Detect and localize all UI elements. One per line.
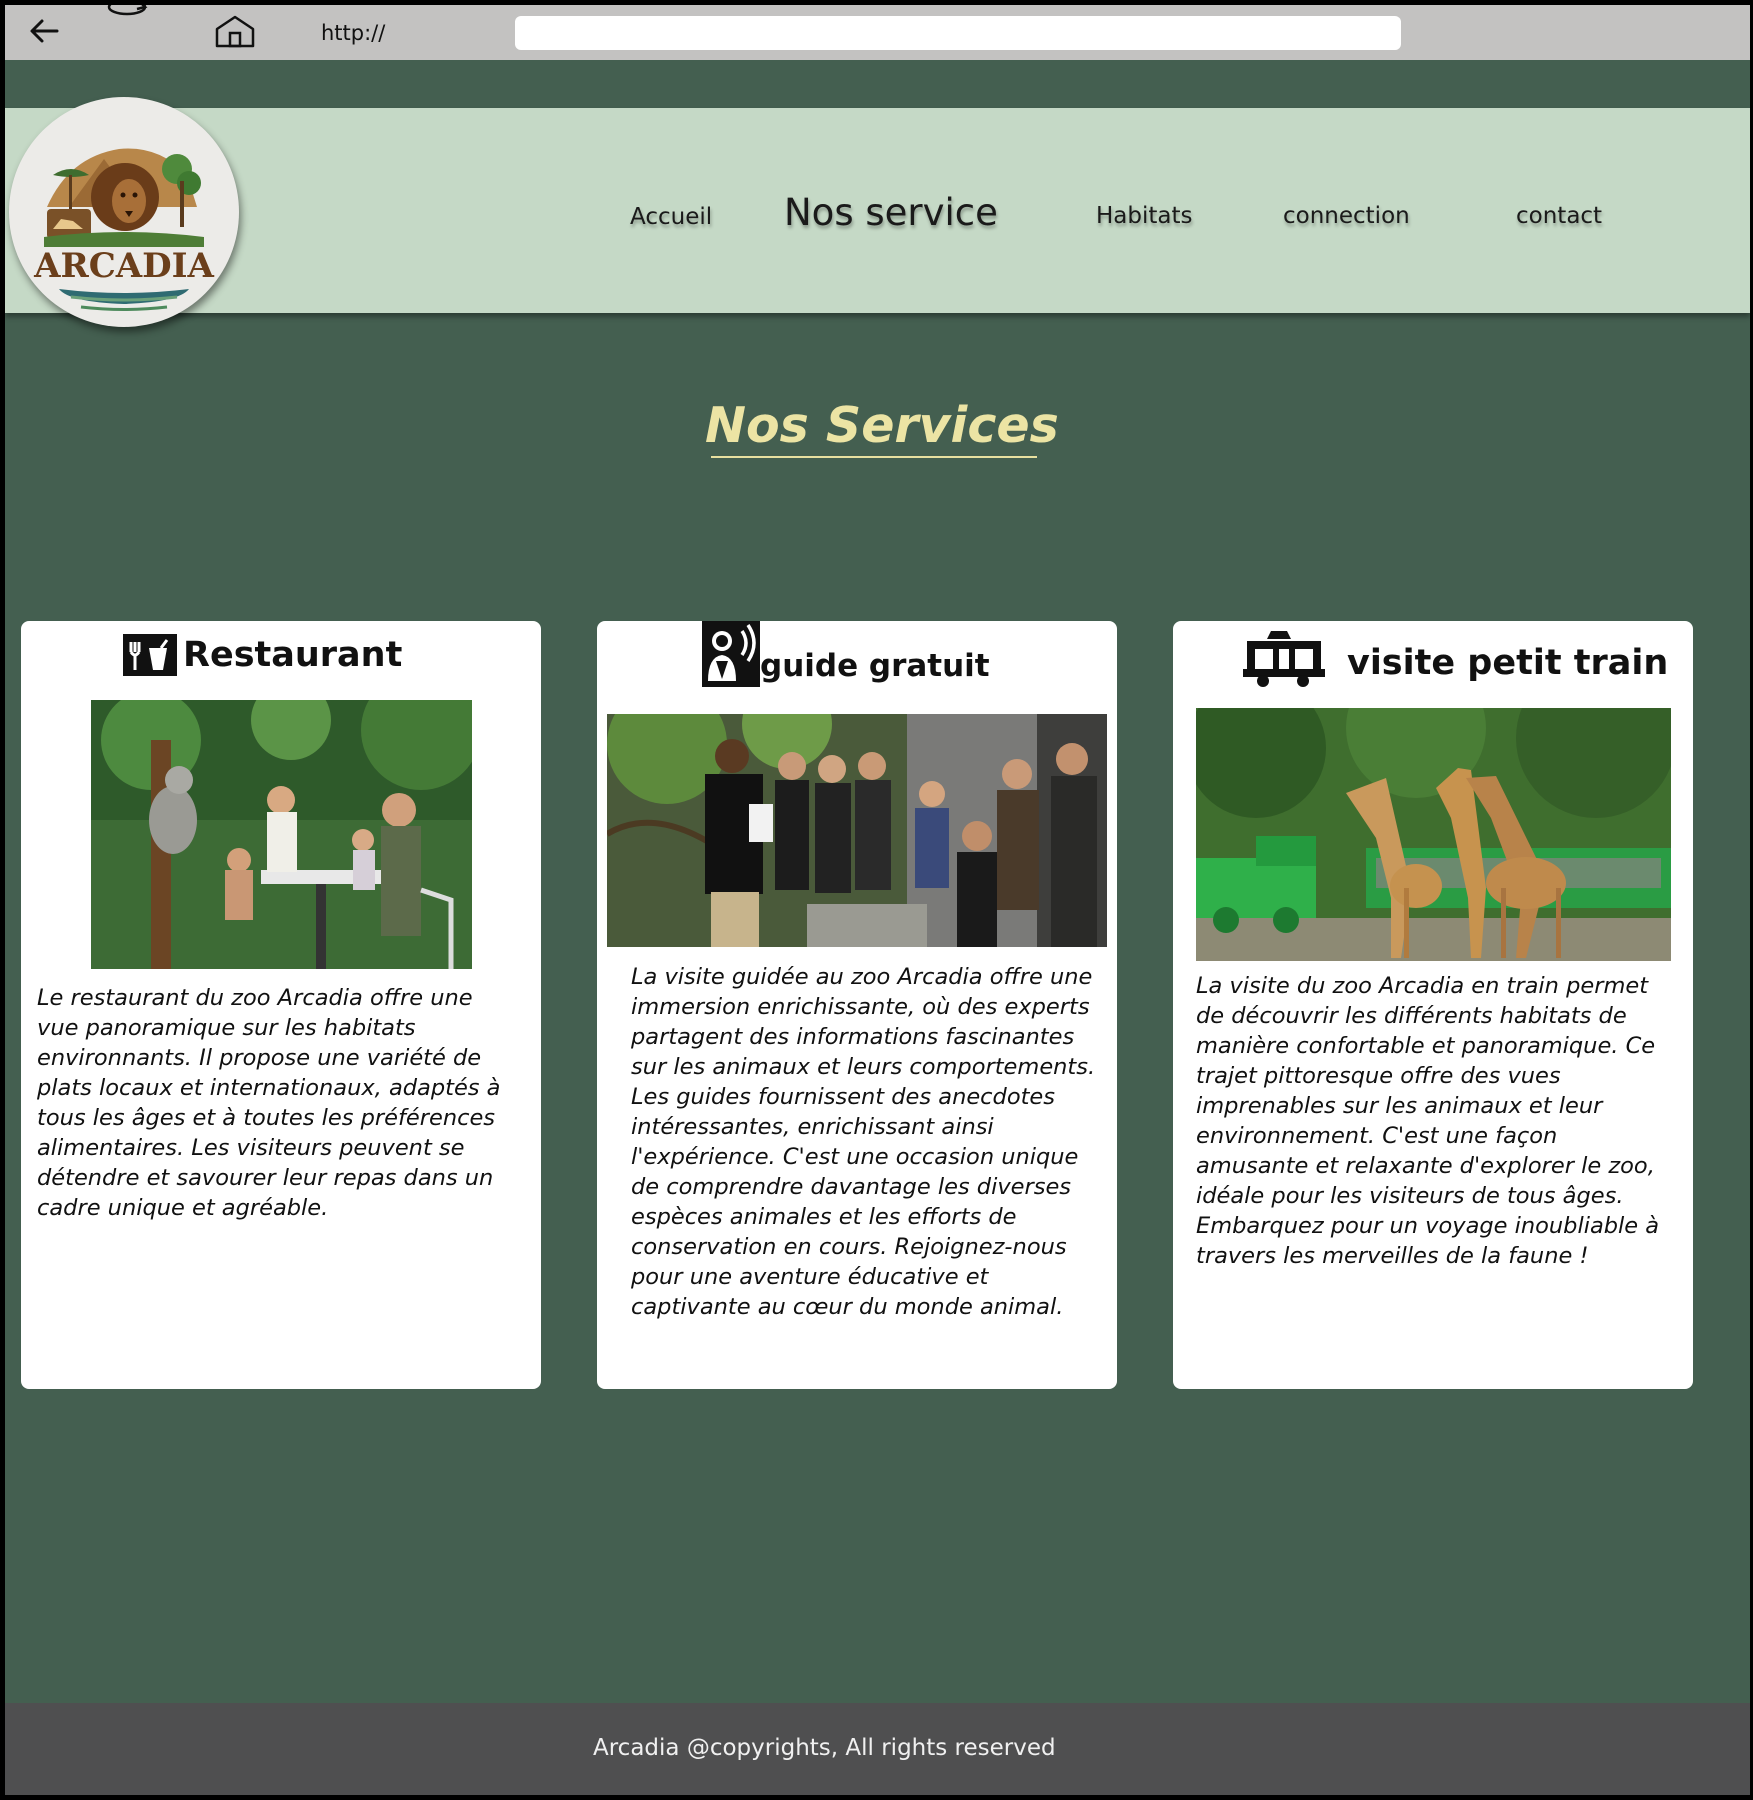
title-underline (711, 456, 1037, 458)
nav-item-contact[interactable]: contact (1516, 203, 1602, 229)
service-card-train: visite petit train La visite du zoo Arca… (1173, 621, 1693, 1389)
reload-icon[interactable] (103, 5, 151, 25)
nav-item-nos-service[interactable]: Nos service (784, 191, 998, 234)
back-arrow-icon[interactable] (27, 15, 63, 47)
guide-icon (702, 621, 760, 687)
logo-wordmark: ARCADIA (33, 246, 214, 286)
card-title: guide gratuit (760, 648, 990, 684)
card-description: La visite guidée au zoo Arcadia offre un… (631, 964, 1096, 1320)
url-scheme-label: http:// (321, 21, 386, 45)
arcadia-logo[interactable]: ARCADIA (9, 97, 239, 327)
browser-toolbar: http:// (5, 5, 1750, 60)
site-footer: Arcadia @copyrights, All rights reserved (5, 1703, 1750, 1795)
browser-window: http:// Accueil Nos service Habitats con… (5, 5, 1750, 1795)
train-icon (1243, 631, 1325, 687)
nav-item-connection[interactable]: connection (1283, 203, 1410, 229)
card-title: Restaurant (183, 635, 403, 675)
address-bar[interactable] (515, 16, 1401, 50)
guided-tour-photo (607, 714, 1107, 947)
site-header: Accueil Nos service Habitats connection … (5, 108, 1750, 313)
restaurant-icon (123, 634, 177, 676)
train-giraffes-photo (1196, 708, 1671, 961)
page-title: Nos Services (705, 397, 1059, 454)
home-icon[interactable] (213, 13, 257, 49)
service-card-restaurant: Restaurant Le restaurant du zoo Arcadia … (21, 621, 541, 1389)
nav-item-habitats[interactable]: Habitats (1096, 203, 1193, 229)
copyright-text: Arcadia @copyrights, All rights reserved (593, 1735, 1056, 1761)
card-description: La visite du zoo Arcadia en train permet… (1196, 973, 1660, 1269)
restaurant-photo (91, 700, 472, 969)
logo-emblem-icon: ARCADIA (33, 148, 215, 311)
card-description: Le restaurant du zoo Arcadia offre une v… (37, 985, 501, 1221)
card-header: guide gratuit (702, 621, 990, 687)
card-header: Restaurant (123, 634, 402, 676)
card-title: visite petit train (1347, 643, 1669, 683)
nav-item-accueil[interactable]: Accueil (630, 204, 712, 230)
card-header: visite petit train (1243, 629, 1668, 687)
service-card-guide: guide gratuit La visite guidée au zoo Ar… (597, 621, 1117, 1389)
